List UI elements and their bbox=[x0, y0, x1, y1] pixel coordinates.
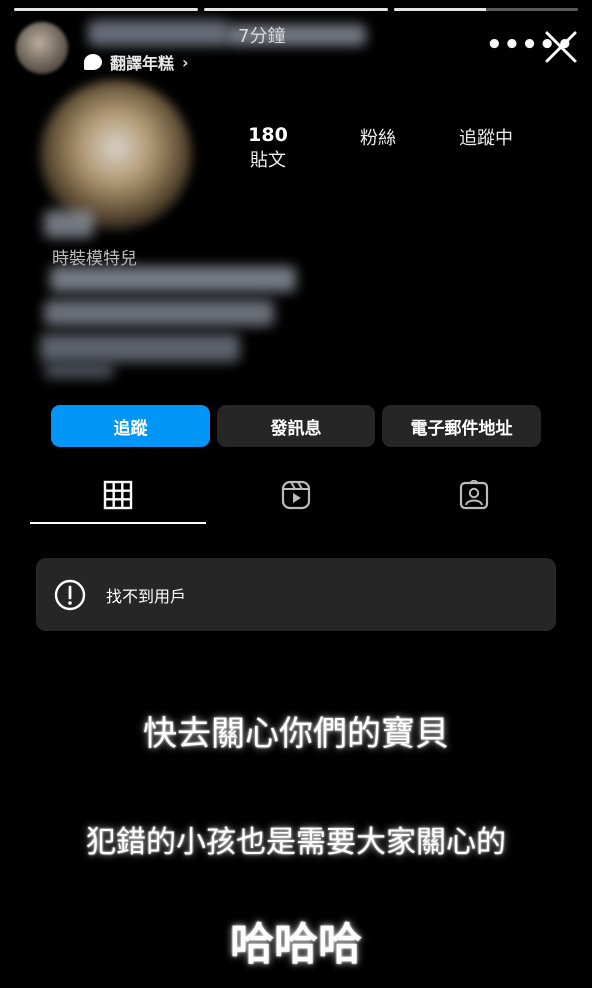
story-avatar[interactable] bbox=[16, 22, 68, 74]
caption-line-2: 犯錯的小孩也是需要大家關心的 bbox=[86, 825, 506, 860]
tagged-icon[interactable] bbox=[459, 480, 489, 510]
story-progress-segment bbox=[204, 8, 388, 11]
story-progress bbox=[14, 8, 578, 12]
speech-bubble-icon bbox=[84, 54, 102, 70]
translate-link[interactable]: 翻譯年糕 › bbox=[84, 50, 189, 74]
stat-following-label: 追蹤中 bbox=[459, 128, 513, 149]
profile-avatar[interactable] bbox=[40, 80, 192, 230]
stat-followers-label: 粉絲 bbox=[360, 128, 396, 149]
caption-line-1: 快去關心你們的寶貝 bbox=[143, 714, 449, 754]
follow-button[interactable]: 追蹤 bbox=[51, 405, 210, 447]
notice-text: 找不到用戶 bbox=[106, 586, 187, 606]
story-progress-segment bbox=[14, 8, 198, 11]
close-icon[interactable] bbox=[544, 30, 578, 64]
grid-icon[interactable] bbox=[103, 480, 133, 510]
tab-selected-indicator bbox=[30, 522, 206, 524]
redacted-bio-line bbox=[50, 266, 296, 292]
redacted-username bbox=[88, 20, 228, 46]
chevron-right-icon: › bbox=[182, 52, 189, 72]
alert-circle-icon bbox=[54, 579, 86, 610]
redacted-bio-line bbox=[40, 334, 240, 362]
story-timestamp: 7分鐘 bbox=[238, 26, 286, 47]
stat-following[interactable]: 追蹤中 bbox=[446, 124, 526, 150]
stat-followers[interactable]: 粉絲 bbox=[346, 124, 410, 150]
reels-icon[interactable] bbox=[281, 480, 311, 510]
message-button[interactable]: 發訊息 bbox=[217, 405, 375, 447]
redacted-bio-line bbox=[44, 364, 114, 378]
user-not-found-notice: 找不到用戶 bbox=[36, 558, 556, 631]
translate-label: 翻譯年糕 bbox=[110, 54, 175, 73]
redacted-bio-line bbox=[44, 300, 274, 326]
stat-posts-label: 貼文 bbox=[250, 150, 286, 171]
stat-posts[interactable]: 180 貼文 bbox=[236, 124, 300, 172]
email-button[interactable]: 電子郵件地址 bbox=[382, 405, 541, 447]
story-progress-segment bbox=[394, 8, 578, 11]
redacted-name bbox=[44, 210, 94, 238]
stat-posts-value: 180 bbox=[248, 124, 288, 146]
caption-line-3: 哈哈哈 bbox=[230, 919, 362, 970]
